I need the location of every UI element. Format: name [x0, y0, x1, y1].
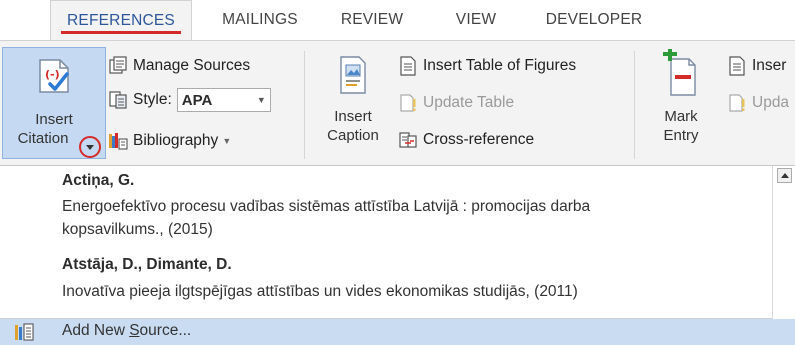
citation-title-line2: kopsavilkums., (2015): [62, 221, 213, 238]
manage-sources-label: Manage Sources: [133, 57, 251, 74]
insert-index-button[interactable]: Inser: [727, 52, 786, 80]
scroll-up-button[interactable]: [777, 168, 792, 183]
citation-gallery: Actiņa, G. Energoefektīvo procesu vadība…: [0, 166, 795, 319]
insert-caption-label-line1: Insert: [334, 108, 372, 125]
chevron-up-icon: [780, 173, 789, 178]
tab-references[interactable]: REFERENCES: [50, 0, 192, 40]
insert-citation-dropdown-arrow[interactable]: [79, 136, 101, 158]
insert-caption-label-line2: Caption: [327, 127, 379, 144]
bibliography-button[interactable]: Bibliography ▼: [108, 127, 231, 155]
tab-view-label: VIEW: [455, 11, 497, 28]
style-label: Style:: [133, 91, 172, 108]
ribbon-tab-strip: REFERENCES MAILINGS REVIEW VIEW DEVELOPE…: [0, 0, 795, 40]
gallery-scrollbar[interactable]: [772, 166, 795, 319]
insert-caption-button[interactable]: Insert Caption: [316, 55, 390, 161]
tab-references-label: REFERENCES: [67, 11, 175, 29]
style-icon: [108, 90, 128, 110]
update-index-button[interactable]: Upda: [727, 89, 789, 117]
add-new-source-accelerator: S: [129, 322, 140, 339]
update-index-label: Upda: [752, 94, 790, 111]
citation-entry[interactable]: Actiņa, G. Energoefektīvo procesu vadība…: [62, 170, 762, 241]
update-table-button[interactable]: Update Table: [398, 89, 514, 117]
citation-entry[interactable]: Atstāja, D., Dimante, D. Inovatīva pieej…: [62, 254, 762, 303]
tab-references-highlight: [61, 31, 181, 34]
tab-view[interactable]: VIEW: [438, 0, 514, 40]
tab-developer[interactable]: DEVELOPER: [526, 0, 662, 40]
cross-reference-button[interactable]: Cross-reference: [398, 126, 534, 154]
citation-title-line1: Inovatīva pieeja ilgtspējīgas attīstības…: [62, 283, 578, 300]
add-new-source-icon: [14, 322, 34, 342]
insert-citation-icon: (-): [34, 56, 74, 96]
cross-reference-label: Cross-reference: [423, 131, 535, 148]
update-index-icon: [727, 93, 747, 113]
citation-style-control: Style: APA ▼: [108, 86, 271, 114]
chevron-down-icon: [86, 144, 94, 150]
insert-table-of-figures-button[interactable]: Insert Table of Figures: [398, 52, 576, 80]
mark-entry-label-line1: Mark: [664, 108, 698, 125]
insert-citation-label-line1: Insert: [35, 111, 73, 128]
tab-mailings-label: MAILINGS: [222, 11, 298, 28]
style-select-value: APA: [181, 91, 213, 109]
manage-sources-icon: [108, 56, 128, 76]
manage-sources-button[interactable]: Manage Sources: [108, 52, 250, 80]
group-divider: [634, 51, 635, 159]
citation-author: Actiņa, G.: [62, 172, 135, 189]
mark-entry-button[interactable]: Mark Entry: [644, 49, 718, 161]
style-select[interactable]: APA ▼: [176, 88, 271, 112]
bibliography-label: Bibliography: [133, 132, 219, 149]
update-table-icon: [398, 93, 418, 113]
table-of-figures-icon: [398, 56, 418, 76]
mark-entry-icon: [661, 49, 701, 97]
insert-table-of-figures-label: Insert Table of Figures: [423, 57, 577, 74]
tab-developer-label: DEVELOPER: [545, 11, 643, 28]
tab-review[interactable]: REVIEW: [326, 0, 418, 40]
citation-author: Atstāja, D., Dimante, D.: [62, 256, 232, 273]
add-new-source-button[interactable]: Add New Source...: [0, 319, 795, 345]
chevron-down-icon: ▼: [222, 136, 232, 146]
group-divider: [304, 51, 305, 159]
insert-citation-label-line2: Citation: [17, 130, 69, 147]
svg-text:(-): (-): [45, 68, 60, 81]
insert-index-icon: [727, 56, 747, 76]
add-new-source-label-suffix: ource...: [139, 322, 192, 339]
add-new-source-label-prefix: Add New: [62, 322, 130, 339]
add-new-source-label: Add New Source...: [62, 322, 191, 340]
tab-review-label: REVIEW: [340, 11, 404, 28]
update-table-label: Update Table: [423, 94, 515, 111]
references-ribbon: (-) Insert Citation Manage Sources Style…: [0, 40, 795, 166]
mark-entry-label-line2: Entry: [663, 127, 699, 144]
insert-index-label: Inser: [752, 57, 787, 74]
bibliography-icon: [108, 131, 128, 151]
chevron-down-icon: ▼: [256, 95, 266, 105]
tab-mailings[interactable]: MAILINGS: [206, 0, 314, 40]
cross-reference-icon: [398, 130, 418, 150]
citation-title-line1: Energoefektīvo procesu vadības sistēmas …: [62, 198, 591, 215]
insert-caption-icon: [335, 55, 371, 95]
